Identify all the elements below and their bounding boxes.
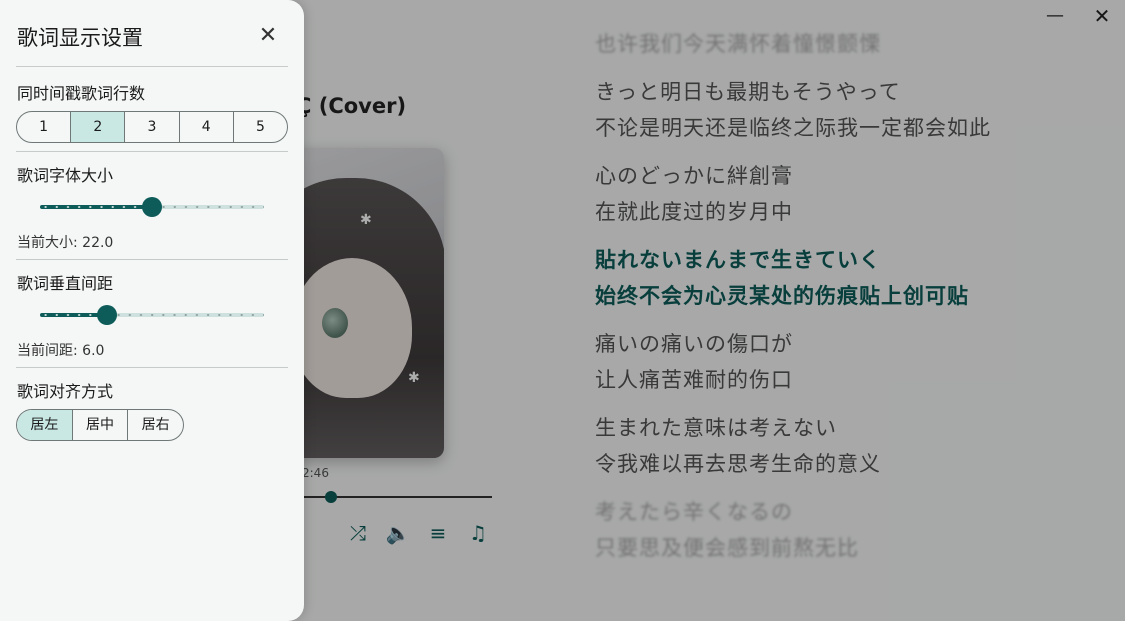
lines-option-4[interactable]: 4 bbox=[180, 112, 234, 142]
align-right-option[interactable]: 居右 bbox=[128, 410, 183, 440]
lyrics-settings-drawer: 歌词显示设置 ✕ 同时间戳歌词行数 1 2 3 4 5 歌词字体大小 当前大小:… bbox=[0, 0, 304, 621]
spacing-slider-thumb[interactable] bbox=[97, 305, 117, 325]
spacing-value: 当前间距: 6.0 bbox=[17, 343, 105, 359]
close-icon[interactable]: ✕ bbox=[256, 24, 280, 48]
lines-option-5[interactable]: 5 bbox=[234, 112, 287, 142]
align-left-option[interactable]: 居左 bbox=[17, 410, 73, 440]
spacing-slider[interactable] bbox=[40, 303, 264, 327]
font-size-slider-thumb[interactable] bbox=[142, 197, 162, 217]
divider bbox=[16, 367, 288, 368]
lines-segmented-control: 1 2 3 4 5 bbox=[16, 111, 288, 143]
align-segmented-control: 居左 居中 居右 bbox=[16, 409, 184, 441]
font-size-value: 当前大小: 22.0 bbox=[17, 235, 114, 251]
align-label: 歌词对齐方式 bbox=[17, 382, 114, 401]
align-center-option[interactable]: 居中 bbox=[73, 410, 129, 440]
lines-option-3[interactable]: 3 bbox=[125, 112, 180, 142]
lines-label: 同时间戳歌词行数 bbox=[17, 84, 146, 103]
divider bbox=[16, 259, 288, 260]
font-size-slider[interactable] bbox=[40, 195, 264, 219]
lines-option-2[interactable]: 2 bbox=[71, 112, 126, 142]
spacing-label: 歌词垂直间距 bbox=[17, 274, 114, 293]
lines-option-1[interactable]: 1 bbox=[17, 112, 72, 142]
font-size-label: 歌词字体大小 bbox=[17, 166, 114, 185]
divider bbox=[16, 66, 288, 67]
divider bbox=[16, 151, 288, 152]
drawer-title: 歌词显示设置 bbox=[17, 26, 143, 50]
